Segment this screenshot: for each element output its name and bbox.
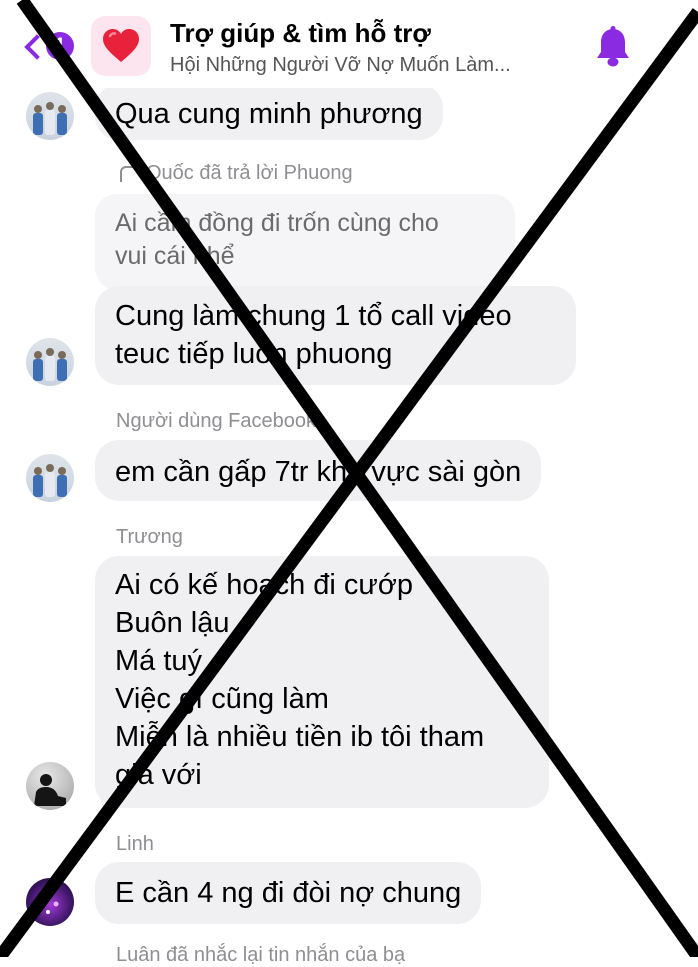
message-text: teuc tiếp luon phuong [115, 338, 393, 370]
group-subtitle[interactable]: Hội Những Người Vỡ Nợ Muốn Làm... [170, 54, 511, 77]
sender-name[interactable]: Linh [116, 833, 154, 856]
message-bubble[interactable]: Qua cung minh phương [95, 84, 443, 140]
quoted-text: Ai cầm đồng đi trốn cùng cho [115, 209, 439, 237]
person-silhouette-icon [34, 774, 66, 806]
message-text: Buôn lậu [115, 607, 230, 639]
back-button[interactable]: 1 [18, 30, 78, 64]
message-text: em cần gấp 7tr khu vực sài gòn [115, 456, 522, 488]
group-photo-icon [33, 464, 67, 497]
message-text: gia với [115, 759, 202, 791]
reply-context: Luân đã nhắc lại tin nhắn của bạ [116, 944, 406, 966]
avatar[interactable] [26, 338, 74, 386]
message-text: Qua cung minh phương [115, 98, 423, 130]
heart-icon [103, 29, 139, 62]
message-text: Cung làm chung 1 tổ call video [115, 300, 512, 332]
chat-header: 1 Trợ giúp & tìm hỗ trợ Hội Những Người … [0, 0, 698, 88]
message-bubble[interactable]: E cần 4 ng đi đòi nợ chung [95, 862, 482, 924]
quoted-text: vui cái nhể [115, 242, 235, 270]
message-text: Ai có kế hoạch đi cướp [115, 569, 413, 601]
avatar[interactable] [26, 92, 74, 140]
quoted-message[interactable]: Ai cầm đồng đi trốn cùng cho vui cái nhể [95, 194, 515, 290]
message-text: Má tuý [115, 645, 203, 677]
message-bubble[interactable]: em cần gấp 7tr khu vực sài gòn [95, 440, 542, 501]
bell-icon[interactable] [595, 26, 631, 68]
message-bubble[interactable]: Cung làm chung 1 tổ call video teuc tiếp… [95, 286, 576, 385]
avatar[interactable] [26, 762, 74, 810]
group-avatar[interactable] [91, 16, 151, 76]
group-photo-icon [33, 348, 67, 381]
concert-photo-icon [39, 897, 59, 914]
reply-context: Quốc đã trả lời Phuong [146, 162, 353, 184]
group-photo-icon [33, 102, 67, 135]
message-bubble[interactable]: Ai có kế hoạch đi cướp Buôn lậu Má tuý V… [95, 556, 549, 808]
sender-name[interactable]: Người dùng Facebook [116, 410, 316, 433]
sender-name[interactable]: Trương [116, 526, 183, 549]
message-text: Miễn là nhiều tiền ib tôi tham [115, 721, 485, 753]
reply-arrow-icon [120, 166, 138, 182]
avatar[interactable] [26, 454, 74, 502]
avatar[interactable] [26, 878, 74, 926]
message-text: Việc gì cũng làm [115, 683, 329, 715]
message-text: E cần 4 ng đi đòi nợ chung [115, 877, 462, 909]
unread-badge: 1 [46, 32, 74, 60]
group-title[interactable]: Trợ giúp & tìm hỗ trợ [170, 18, 431, 49]
